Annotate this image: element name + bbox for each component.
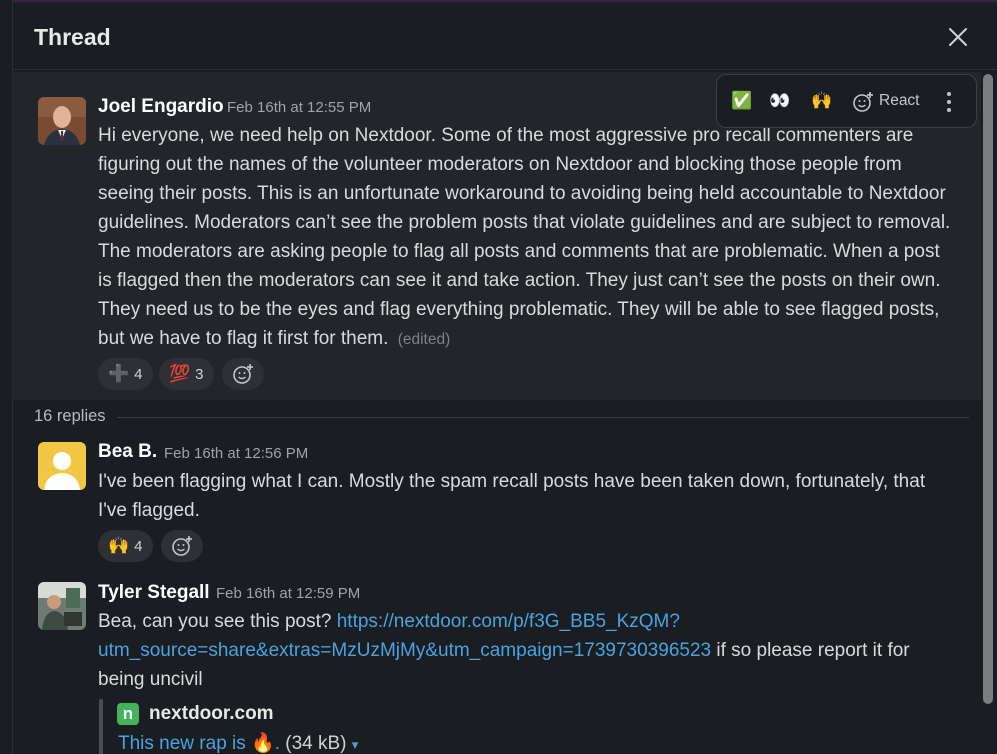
replies-divider: 16 replies	[13, 400, 981, 436]
timestamp[interactable]: Feb 16th at 12:55 PM	[227, 99, 371, 116]
message-line: but we have to flag it first for them. (…	[98, 324, 978, 354]
author-name[interactable]: Tyler Stegall	[98, 582, 210, 604]
caret-down-icon[interactable]: ▾	[352, 737, 359, 752]
message-line: I've flagged.	[98, 500, 200, 521]
reaction-count: 3	[195, 365, 204, 383]
post-link-continued[interactable]: utm_source=share&extras=MzUzMjMy&utm_cam…	[98, 640, 711, 661]
message-line: is flagged then the moderators can see i…	[98, 270, 941, 291]
avatar-photo	[38, 582, 86, 630]
preview-size: (34 kB)	[285, 733, 347, 754]
message-line: utm_source=share&extras=MzUzMjMy&utm_cam…	[98, 636, 978, 665]
add-reaction-button[interactable]	[222, 358, 264, 390]
link-preview-bar	[99, 699, 103, 754]
replies-count: 16 replies	[34, 407, 106, 425]
author-name[interactable]: Joel Engardio	[98, 96, 224, 118]
check-mark-reaction-button[interactable]: ✅	[731, 89, 752, 113]
message-body: I've been flagging what I can. Mostly th…	[98, 467, 978, 525]
preview-title-text[interactable]: This new rap is 🔥.	[118, 733, 285, 754]
edited-label: (edited)	[397, 331, 451, 348]
message-line: The moderators are asking people to flag…	[98, 241, 940, 262]
avatar[interactable]	[38, 582, 86, 630]
add-reaction-icon[interactable]	[852, 91, 874, 113]
thread-panel: Thread Joel Engardio Feb 16th at 12:55 P…	[12, 0, 997, 754]
timestamp[interactable]: Feb 16th at 12:56 PM	[164, 445, 308, 462]
message-body: Hi everyone, we need help on Nextdoor. S…	[98, 121, 978, 354]
nextdoor-icon: n	[117, 703, 139, 725]
message-line: They need us to be the eyes and flag eve…	[98, 299, 940, 320]
message-line: being uncivil	[98, 669, 203, 690]
message-body: Bea, can you see this post? https://next…	[98, 607, 978, 694]
more-actions-icon[interactable]	[945, 91, 953, 113]
raised-hands-reaction-button[interactable]: 🙌	[811, 89, 832, 113]
message-line: seeing their posts. This is an unfortuna…	[98, 183, 946, 204]
react-button[interactable]: React	[879, 92, 920, 110]
avatar[interactable]	[38, 97, 86, 145]
divider-line	[117, 417, 969, 418]
message-line: figuring out the names of the volunteer …	[98, 154, 902, 175]
link-preview-title[interactable]: This new rap is 🔥. (34 kB) ▾	[118, 731, 358, 754]
reaction-count: 4	[134, 365, 143, 383]
hundred-points-icon: 💯	[169, 364, 191, 383]
avatar-photo	[38, 97, 86, 145]
thread-header: Thread	[13, 2, 997, 70]
raised-hands-icon: 🙌	[108, 536, 130, 555]
plus-icon: ➕	[108, 364, 130, 383]
message-line: guidelines. Moderators can’t see the pro…	[98, 212, 951, 233]
message-line-text: but we have to flag it first for them.	[98, 328, 389, 349]
eyes-reaction-button[interactable]: 👀	[769, 89, 790, 113]
default-avatar-icon	[38, 442, 86, 490]
scrollbar-thumb[interactable]	[983, 74, 993, 704]
close-icon[interactable]	[947, 26, 969, 48]
author-name[interactable]: Bea B.	[98, 441, 157, 463]
avatar[interactable]	[38, 442, 86, 490]
reaction-plus[interactable]: ➕ 4	[98, 358, 153, 390]
reaction-hundred[interactable]: 💯 3	[159, 358, 214, 390]
reaction-raised-hands[interactable]: 🙌 4	[98, 530, 153, 562]
message-actions-toolbar: ✅ 👀 🙌 React	[716, 74, 977, 128]
message-text: if so please report it for	[711, 640, 910, 661]
message-text: Bea, can you see this post?	[98, 611, 337, 632]
parent-message: Joel Engardio Feb 16th at 12:55 PM Hi ev…	[13, 72, 981, 400]
message-line: I've been flagging what I can. Mostly th…	[98, 471, 926, 492]
reaction-count: 4	[134, 537, 143, 555]
link-preview-site: n nextdoor.com	[117, 703, 274, 725]
post-link[interactable]: https://nextdoor.com/p/f3G_BB5_KzQM?	[337, 611, 680, 632]
add-reaction-icon	[233, 364, 253, 384]
timestamp[interactable]: Feb 16th at 12:59 PM	[216, 585, 360, 602]
preview-site-name: nextdoor.com	[149, 703, 274, 724]
thread-title: Thread	[34, 24, 111, 50]
add-reaction-button[interactable]	[161, 530, 203, 562]
add-reaction-icon	[172, 536, 192, 556]
message-line: Bea, can you see this post? https://next…	[98, 607, 978, 636]
